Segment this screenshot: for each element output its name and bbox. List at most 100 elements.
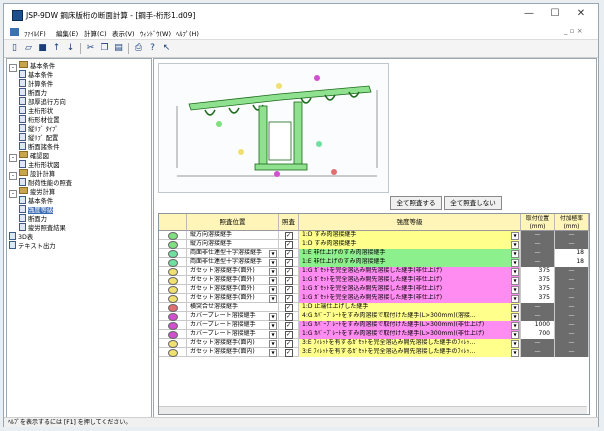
grade-cell[interactable]: 1:G ｶﾞｾｯﾄを完全溶込み開先溶接した継手(非仕上げ) bbox=[299, 285, 521, 294]
check-cell[interactable]: ✓ bbox=[279, 330, 299, 339]
position-dropdown-icon[interactable]: ▼ bbox=[269, 277, 277, 285]
position-cell[interactable]: カバープレート溶接継手 bbox=[187, 321, 279, 330]
table-row[interactable]: 両面非仕連型十字溶接継手 ▼ ✓ 1:E 非仕上げのすみ肉溶接継手 ▼ —18 bbox=[159, 249, 589, 258]
grade-cell[interactable]: 4:G ｶﾊﾞｰﾌﾟﾚｰﾄをすみ肉溶接で取付けた継手(L>300mm)(溶接..… bbox=[299, 312, 521, 321]
position-cell[interactable]: 縦方向溶接継手 bbox=[187, 231, 279, 240]
tree-node[interactable]: - 基本条件 bbox=[9, 61, 55, 72]
tree-node[interactable]: - 設計計算 bbox=[9, 169, 55, 180]
position-cell[interactable]: 両面非仕連型十字溶接継手 bbox=[187, 258, 279, 267]
check-checkbox[interactable]: ✓ bbox=[284, 250, 293, 258]
grade-dropdown-icon[interactable]: ▼ bbox=[511, 286, 519, 294]
mdi-controls[interactable]: _ ▫ × bbox=[564, 27, 583, 35]
attach-position-cell[interactable]: 1000 bbox=[521, 321, 555, 330]
check-cell[interactable]: ✓ bbox=[279, 240, 299, 249]
table-row[interactable]: ガセット溶接継手(面外) ▼ ✓ 1:G ｶﾞｾｯﾄを完全溶込み開先溶接した継手(非仕… bbox=[159, 294, 589, 303]
check-checkbox[interactable]: ✓ bbox=[284, 232, 293, 240]
check-cell[interactable]: ✓ bbox=[279, 267, 299, 276]
position-dropdown-icon[interactable]: ▼ bbox=[269, 331, 277, 339]
context-help-icon[interactable]: ↖ bbox=[160, 42, 173, 55]
tree-node[interactable]: 縦ﾘﾌﾞ ﾀｲﾌﾟ bbox=[19, 124, 58, 133]
tree-expander-icon[interactable]: - bbox=[9, 172, 17, 180]
check-checkbox[interactable]: ✓ bbox=[284, 241, 293, 249]
grade-cell[interactable]: 1:G ｶﾞｾｯﾄを完全溶込み開先溶接した継手(非仕上げ) bbox=[299, 294, 521, 303]
grade-dropdown-icon[interactable]: ▼ bbox=[511, 304, 519, 312]
table-row[interactable]: 両面非仕連型十字溶接継手 ▼ ✓ 1:E 非仕上げのすみ肉溶接継手 ▼ —18 bbox=[159, 258, 589, 267]
tree-node[interactable]: 縦ﾘﾌﾞ 配置 bbox=[19, 133, 58, 142]
copy-icon[interactable]: ❐ bbox=[98, 42, 111, 55]
grade-cell[interactable]: 1:G ｶﾊﾞｰﾌﾟﾚｰﾄをすみ肉溶接で取付けた継手(L>300mm)(非仕上げ… bbox=[299, 330, 521, 339]
paste-icon[interactable]: ▤ bbox=[112, 42, 125, 55]
cut-icon[interactable]: ✂ bbox=[84, 42, 97, 55]
position-dropdown-icon[interactable]: ▼ bbox=[269, 313, 277, 321]
check-checkbox[interactable]: ✓ bbox=[284, 277, 293, 285]
tree-node[interactable]: 断面諸条件 bbox=[19, 142, 59, 151]
check-none-button[interactable]: 全て照査しない bbox=[444, 196, 502, 210]
check-checkbox[interactable]: ✓ bbox=[284, 259, 293, 267]
table-row[interactable]: ガセット溶接継手(面外) ▼ ✓ 1:G ｶﾞｾｯﾄを完全溶込み開先溶接した継手(非仕… bbox=[159, 267, 589, 276]
check-cell[interactable]: ✓ bbox=[279, 231, 299, 240]
attach-length-cell[interactable]: 18 bbox=[555, 249, 589, 258]
new-file-icon[interactable]: ▯ bbox=[8, 42, 21, 55]
check-cell[interactable]: ✓ bbox=[279, 285, 299, 294]
print-icon[interactable]: ⎙ bbox=[132, 42, 145, 55]
title-bar[interactable]: JSP-9DW 鋼床版桁の断面計算 - [鋼手-桁形1.d09] — ☐ ✕ bbox=[4, 4, 598, 26]
check-checkbox[interactable]: ✓ bbox=[284, 349, 293, 357]
tree-node[interactable]: 強度等級 bbox=[19, 205, 54, 214]
position-cell[interactable]: ガセット溶接継手(面内) bbox=[187, 339, 279, 348]
attach-position-cell[interactable]: 375 bbox=[521, 294, 555, 303]
tree-node[interactable]: テキスト出力 bbox=[9, 241, 56, 250]
table-row[interactable]: ガセット溶接継手(面外) ▼ ✓ 1:G ｶﾞｾｯﾄを完全溶込み開先溶接した継手(非仕… bbox=[159, 285, 589, 294]
attach-position-cell[interactable]: 375 bbox=[521, 285, 555, 294]
check-cell[interactable]: ✓ bbox=[279, 294, 299, 303]
grade-dropdown-icon[interactable]: ▼ bbox=[511, 277, 519, 285]
tree-node[interactable]: - 疲労計算 bbox=[9, 187, 55, 198]
check-cell[interactable]: ✓ bbox=[279, 348, 299, 357]
grade-dropdown-icon[interactable]: ▼ bbox=[511, 340, 519, 348]
attach-position-cell[interactable]: 700 bbox=[521, 330, 555, 339]
tree-expander-icon[interactable]: - bbox=[9, 64, 17, 72]
menu-view[interactable]: 表示(V) bbox=[112, 28, 135, 38]
position-cell[interactable]: カバープレート溶接継手 bbox=[187, 312, 279, 321]
grade-dropdown-icon[interactable]: ▼ bbox=[511, 313, 519, 321]
save-icon[interactable]: ■ bbox=[36, 42, 49, 55]
position-dropdown-icon[interactable]: ▼ bbox=[269, 250, 277, 258]
check-cell[interactable]: ✓ bbox=[279, 321, 299, 330]
tree-node[interactable]: 基本条件 bbox=[19, 196, 53, 205]
menu-file[interactable]: ﾌｧｲﾙ(F) bbox=[24, 28, 46, 38]
grade-dropdown-icon[interactable]: ▼ bbox=[511, 232, 519, 240]
check-checkbox[interactable]: ✓ bbox=[284, 268, 293, 276]
position-dropdown-icon[interactable]: ▼ bbox=[269, 295, 277, 303]
arrow-up-icon[interactable]: ↑ bbox=[50, 42, 63, 55]
tree-node[interactable]: 主桁形状図 bbox=[19, 160, 59, 169]
table-row[interactable]: ガセット溶接継手(面内) ▼ ✓ 3:E ﾌｨﾚｯﾄを有するｶﾞｾｯﾄを完全溶込み開先… bbox=[159, 348, 589, 357]
grade-cell[interactable]: 1:D すみ肉溶接継手 bbox=[299, 231, 521, 240]
check-cell[interactable]: ✓ bbox=[279, 303, 299, 312]
tree-node[interactable]: 疲労照査結果 bbox=[19, 223, 66, 232]
grade-cell[interactable]: 3:E ﾌｨﾚｯﾄを有するｶﾞｾｯﾄを完全溶込み開先溶接した継手のﾌｨﾚｯ... bbox=[299, 339, 521, 348]
grade-cell[interactable]: 1:G ｶﾊﾞｰﾌﾟﾚｰﾄをすみ肉溶接で取付けた継手(L>300mm)(非仕上げ… bbox=[299, 321, 521, 330]
check-checkbox[interactable]: ✓ bbox=[284, 313, 293, 321]
menu-window[interactable]: ｳｨﾝﾄﾞｳ(W) bbox=[140, 28, 171, 38]
position-cell[interactable]: ガセット溶接継手(面外) bbox=[187, 285, 279, 294]
tree-node[interactable]: 3D表 bbox=[9, 232, 33, 241]
grade-cell[interactable]: 1:E 非仕上げのすみ肉溶接継手 bbox=[299, 258, 521, 267]
grade-dropdown-icon[interactable]: ▼ bbox=[511, 322, 519, 330]
attach-position-cell[interactable]: 375 bbox=[521, 276, 555, 285]
tree-node[interactable]: 主桁形状 bbox=[19, 106, 53, 115]
check-cell[interactable]: ✓ bbox=[279, 339, 299, 348]
check-cell[interactable]: ✓ bbox=[279, 258, 299, 267]
grade-cell[interactable]: 1:G ｶﾞｾｯﾄを完全溶込み開先溶接した継手(非仕上げ) bbox=[299, 267, 521, 276]
table-row[interactable]: カバープレート溶接継手 ▼ ✓ 4:G ｶﾊﾞｰﾌﾟﾚｰﾄをすみ肉溶接で取付けた継手(… bbox=[159, 312, 589, 321]
check-checkbox[interactable]: ✓ bbox=[284, 340, 293, 348]
menu-calc[interactable]: 計算(C) bbox=[84, 28, 107, 38]
check-all-button[interactable]: 全て照査する bbox=[390, 196, 442, 210]
check-cell[interactable]: ✓ bbox=[279, 312, 299, 321]
check-checkbox[interactable]: ✓ bbox=[284, 295, 293, 303]
horizontal-scrollbar[interactable] bbox=[159, 406, 587, 414]
tree-node[interactable]: 計算条件 bbox=[19, 79, 53, 88]
tree-node[interactable]: 断面力 bbox=[19, 214, 47, 223]
menu-help[interactable]: ﾍﾙﾌﾟ(H) bbox=[176, 28, 199, 38]
grade-cell[interactable]: 3:E ﾌｨﾚｯﾄを有するｶﾞｾｯﾄを完全溶込み開先溶接した継手のﾌｨﾚｯ... bbox=[299, 348, 521, 357]
grade-dropdown-icon[interactable]: ▼ bbox=[511, 241, 519, 249]
grade-cell[interactable]: 1:E 非仕上げのすみ肉溶接継手 bbox=[299, 249, 521, 258]
